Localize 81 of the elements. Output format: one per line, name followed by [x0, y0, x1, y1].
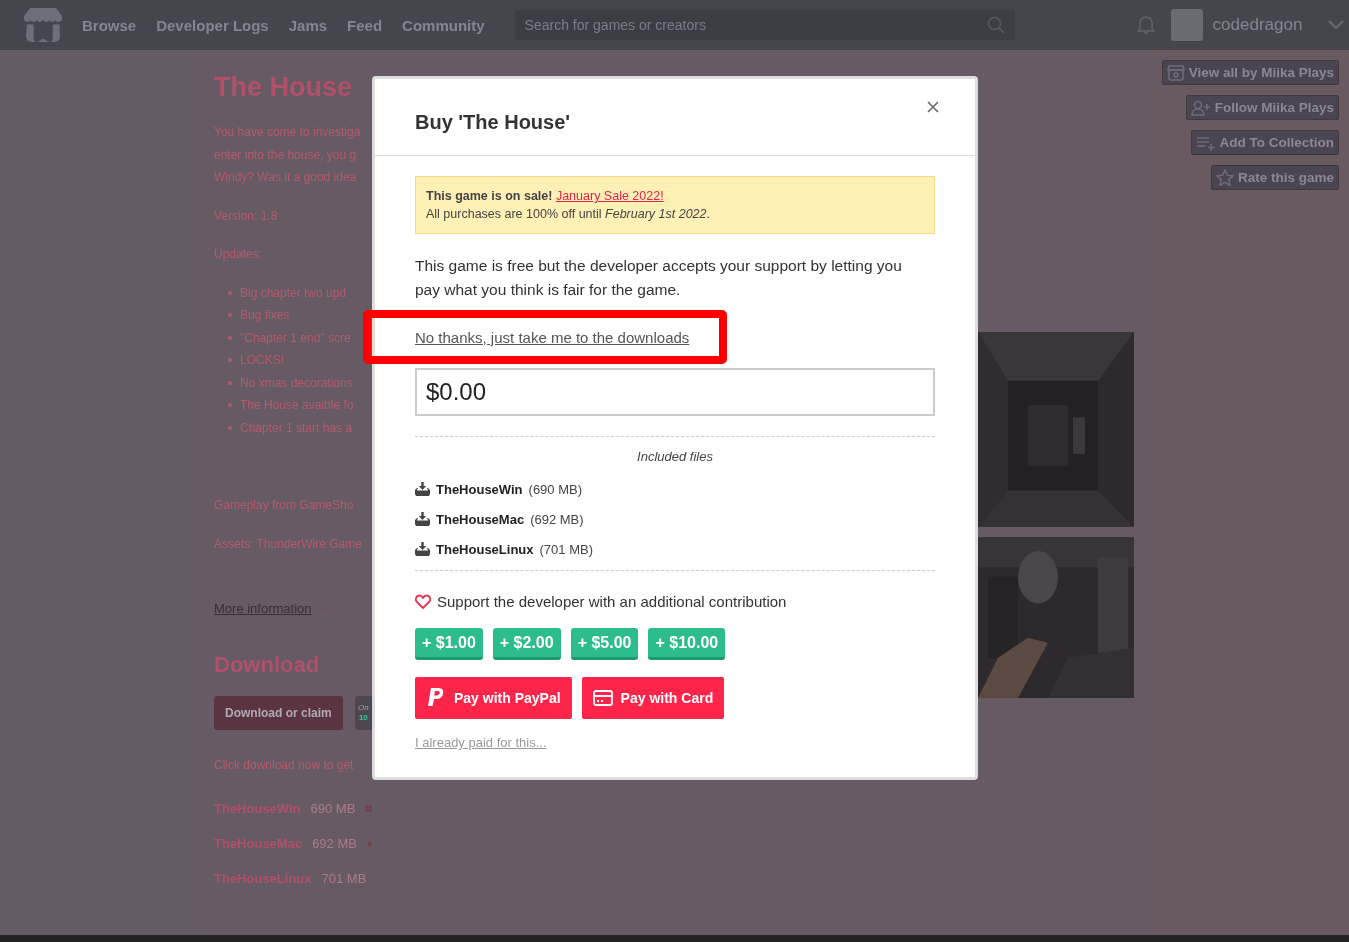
- update-item: LOCKS!: [240, 352, 284, 369]
- description-line: enter into the house, you g: [214, 146, 358, 164]
- update-item: The House avaible fo: [240, 397, 354, 414]
- avatar[interactable]: [1170, 9, 1203, 41]
- price-value: 10: [358, 713, 368, 723]
- tip-button[interactable]: + $2.00: [492, 628, 561, 660]
- file-name: TheHouseLinux: [214, 870, 312, 886]
- chevron-down-icon[interactable]: [1328, 20, 1345, 30]
- bullet: [228, 358, 232, 363]
- sidebar-button[interactable]: View all by Miika Plays: [1161, 60, 1339, 85]
- skip-to-downloads-link[interactable]: No thanks, just take me to the downloads: [415, 328, 690, 346]
- sidebar-button[interactable]: Add To Collection: [1190, 130, 1339, 155]
- file-size: (692 MB): [530, 511, 584, 527]
- update-item: Chapter 1 start has a: [240, 419, 353, 437]
- pay-button[interactable]: Pay with PayPal: [415, 677, 572, 719]
- search-field[interactable]: Search for games or creators: [514, 10, 1015, 40]
- download-heading: Download: [214, 652, 321, 678]
- credit-text: Assets: ThunderWire Game: [214, 535, 363, 553]
- file-size: 690 MB: [310, 800, 356, 816]
- updates-heading: Updates:: [214, 246, 264, 263]
- update-item: "Chapter 1 end" scre: [240, 329, 351, 347]
- update-item: No xmas decorations: [240, 374, 353, 392]
- nav-link[interactable]: Developer Logs: [156, 16, 269, 34]
- dialog-title: Buy 'The House': [415, 110, 571, 134]
- file-name: TheHouseLinux: [436, 541, 534, 557]
- bullet: [228, 335, 232, 340]
- bullet: [228, 425, 232, 430]
- credit-text: Gameplay from GameSho: [214, 497, 355, 514]
- bell-icon[interactable]: [1136, 15, 1155, 35]
- price-label: On: [358, 703, 369, 713]
- download-icon: [415, 482, 430, 496]
- tip-button[interactable]: + $1.00: [415, 628, 483, 660]
- file-name: TheHouseWin: [214, 800, 301, 816]
- file-size: 692 MB: [312, 835, 357, 851]
- list-plus-icon: [1195, 134, 1216, 151]
- bullet: [228, 380, 232, 385]
- bullet: [228, 290, 232, 295]
- file-size: (690 MB): [528, 481, 583, 497]
- description-line: Windy? Was it a good idea: [214, 169, 358, 186]
- file-name: TheHouseMac: [436, 511, 525, 527]
- download-button[interactable]: Download or claim: [214, 696, 343, 730]
- update-item: Big chapter two upd: [240, 284, 347, 302]
- support-text: Support the developer with an additional contribution: [437, 593, 787, 610]
- game-title: The House: [214, 72, 354, 103]
- paypal-icon: [426, 687, 446, 709]
- pay-button[interactable]: Pay with Card: [581, 677, 725, 719]
- download-icon: [415, 542, 430, 556]
- included-files-heading: Included files: [636, 449, 714, 464]
- file-size: (701 MB): [539, 541, 593, 557]
- search-icon[interactable]: [986, 16, 1005, 34]
- sale-link[interactable]: January Sale 2022!: [555, 189, 664, 203]
- credit-card-icon: [592, 690, 613, 706]
- download-note: Click download now to get: [214, 757, 355, 774]
- sidebar-button[interactable]: Rate this game: [1210, 165, 1339, 190]
- heart-icon: [415, 594, 431, 609]
- description-line: You have come to investiga: [214, 124, 362, 141]
- nav-link[interactable]: Community: [402, 16, 485, 34]
- tip-button[interactable]: + $5.00: [570, 628, 639, 660]
- star-icon: [1215, 169, 1234, 186]
- nav-link[interactable]: Feed: [347, 16, 383, 34]
- bullet: [228, 403, 232, 408]
- store-icon: [1166, 64, 1185, 81]
- file-name: TheHouseMac: [214, 835, 303, 851]
- logo-icon[interactable]: [24, 8, 62, 42]
- tip-button[interactable]: + $10.00: [648, 628, 726, 660]
- nav-link[interactable]: Jams: [288, 16, 328, 34]
- sale-notice: This game is on sale! January Sale 2022! All purchases are 100% off until February 1st 2022.: [415, 176, 935, 234]
- download-icon: [415, 512, 430, 526]
- update-item: Bug fixes: [240, 307, 290, 324]
- file-name: TheHouseWin: [436, 481, 523, 497]
- nav-link[interactable]: Browse: [82, 16, 137, 34]
- close-icon[interactable]: [927, 100, 939, 113]
- version-text: Version: 1.8: [214, 207, 279, 225]
- already-paid-link[interactable]: I already paid for this...: [415, 735, 547, 750]
- description-text: This game is free but the developer accepts your support by letting you pay what you think is fair for the game.: [415, 256, 903, 300]
- file-size: 701 MB: [321, 870, 367, 886]
- price-input[interactable]: $0.00: [415, 368, 935, 416]
- bullet: [228, 313, 232, 318]
- user-plus-icon: [1190, 99, 1211, 116]
- username[interactable]: codedragon: [1212, 15, 1303, 35]
- sidebar-button[interactable]: Follow Miika Plays: [1185, 95, 1339, 120]
